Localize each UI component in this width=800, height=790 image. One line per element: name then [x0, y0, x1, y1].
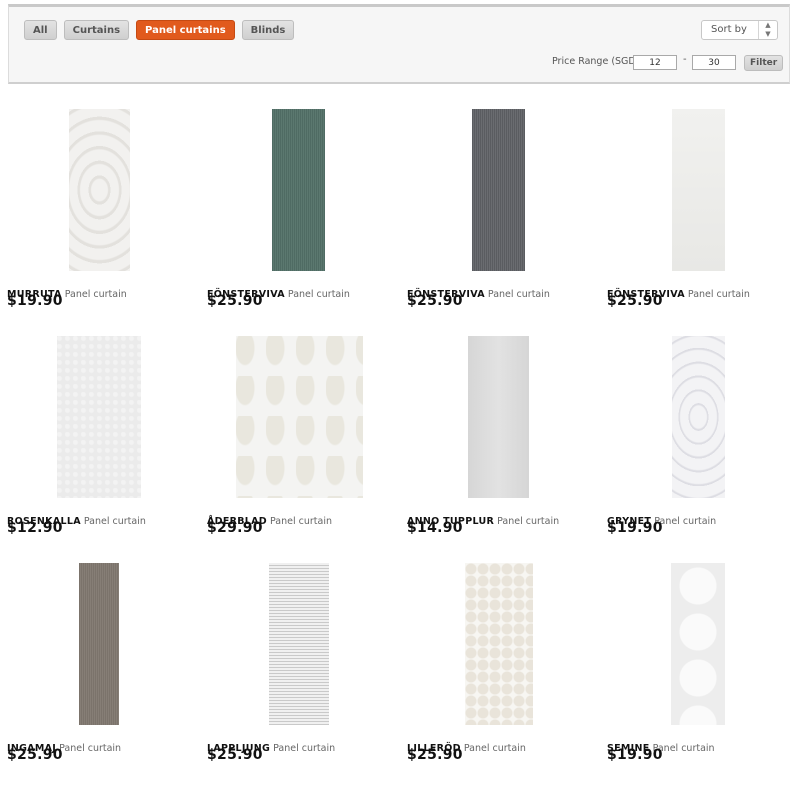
tab-panel-curtains[interactable]: Panel curtains: [136, 20, 235, 40]
product-type: Panel curtain: [269, 516, 332, 527]
product-card[interactable]: FÖNSTERVIVA Panel curtain $25.90: [207, 109, 407, 324]
product-type: Panel curtain: [487, 289, 550, 300]
price-range-dash: -: [683, 54, 687, 65]
product-price: $14.90: [407, 520, 463, 536]
product-price: $25.90: [207, 293, 263, 309]
product-image[interactable]: [7, 109, 207, 277]
product-type: Panel curtain: [497, 516, 560, 527]
filter-panel: All Curtains Panel curtains Blinds Sort …: [8, 4, 790, 84]
tab-all[interactable]: All: [24, 20, 57, 40]
product-card[interactable]: SEMINE Panel curtain $19.90: [607, 563, 800, 778]
panel-curtain-swatch: [269, 563, 329, 725]
product-card[interactable]: GRYNET Panel curtain $19.90: [607, 336, 800, 551]
product-price: $12.90: [7, 520, 63, 536]
panel-curtain-swatch: [69, 109, 130, 271]
price-min-input[interactable]: [633, 55, 677, 70]
panel-curtain-swatch: [465, 563, 533, 725]
product-price: $25.90: [407, 293, 463, 309]
up-down-arrows-icon: ▲ ▼: [758, 21, 777, 39]
category-tabs: All Curtains Panel curtains Blinds: [24, 20, 295, 40]
product-image[interactable]: [407, 563, 607, 731]
product-card[interactable]: ANNO TUPPLUR Panel curtain $14.90: [407, 336, 607, 551]
product-price: $25.90: [407, 747, 463, 763]
price-range-label: Price Range (SGD): [552, 56, 640, 67]
product-image[interactable]: [7, 336, 207, 504]
product-image[interactable]: [207, 563, 407, 731]
product-price: $25.90: [7, 747, 63, 763]
product-card[interactable]: LAPPLJUNG Panel curtain $25.90: [207, 563, 407, 778]
product-card[interactable]: ÅDERBLAD Panel curtain $29.90: [207, 336, 407, 551]
product-card[interactable]: FÖNSTERVIVA Panel curtain $25.90: [407, 109, 607, 324]
product-image[interactable]: [607, 336, 800, 504]
product-price: $29.90: [207, 520, 263, 536]
product-type: Panel curtain: [687, 289, 750, 300]
product-image[interactable]: [607, 563, 800, 731]
product-type: Panel curtain: [463, 743, 526, 754]
price-max-input[interactable]: [692, 55, 736, 70]
panel-curtain-swatch: [57, 336, 141, 498]
panel-curtain-swatch: [79, 563, 119, 725]
panel-curtain-swatch: [272, 109, 325, 271]
product-type: Panel curtain: [64, 289, 127, 300]
product-image[interactable]: [607, 109, 800, 277]
product-card[interactable]: FÖNSTERVIVA Panel curtain $25.90: [607, 109, 800, 324]
panel-curtain-swatch: [468, 336, 529, 498]
product-type: Panel curtain: [59, 743, 122, 754]
product-type: Panel curtain: [83, 516, 146, 527]
sort-label: Sort by: [711, 24, 747, 35]
tab-blinds[interactable]: Blinds: [241, 20, 295, 40]
panel-curtain-swatch: [672, 336, 725, 498]
product-card[interactable]: ROSENKALLA Panel curtain $12.90: [7, 336, 207, 551]
product-price: $19.90: [607, 747, 663, 763]
sort-select[interactable]: Sort by ▲ ▼: [701, 20, 778, 40]
product-price: $19.90: [7, 293, 63, 309]
product-card[interactable]: INGAMAJ Panel curtain $25.90: [7, 563, 207, 778]
product-image[interactable]: [407, 109, 607, 277]
panel-curtain-swatch: [472, 109, 525, 271]
panel-curtain-swatch: [236, 336, 363, 498]
product-image[interactable]: [7, 563, 207, 731]
panel-curtain-swatch: [671, 563, 725, 725]
product-card[interactable]: LILLERÖD Panel curtain $25.90: [407, 563, 607, 778]
product-price: $25.90: [607, 293, 663, 309]
product-image[interactable]: [407, 336, 607, 504]
product-type: Panel curtain: [654, 516, 717, 527]
product-type: Panel curtain: [273, 743, 336, 754]
filter-button[interactable]: Filter: [744, 55, 784, 71]
product-image[interactable]: [207, 109, 407, 277]
panel-curtain-swatch: [672, 109, 725, 271]
product-price: $25.90: [207, 747, 263, 763]
product-image[interactable]: [207, 336, 407, 504]
product-card[interactable]: MURRUTA Panel curtain $19.90: [7, 109, 207, 324]
tab-curtains[interactable]: Curtains: [63, 20, 130, 40]
product-type: Panel curtain: [287, 289, 350, 300]
product-price: $19.90: [607, 520, 663, 536]
